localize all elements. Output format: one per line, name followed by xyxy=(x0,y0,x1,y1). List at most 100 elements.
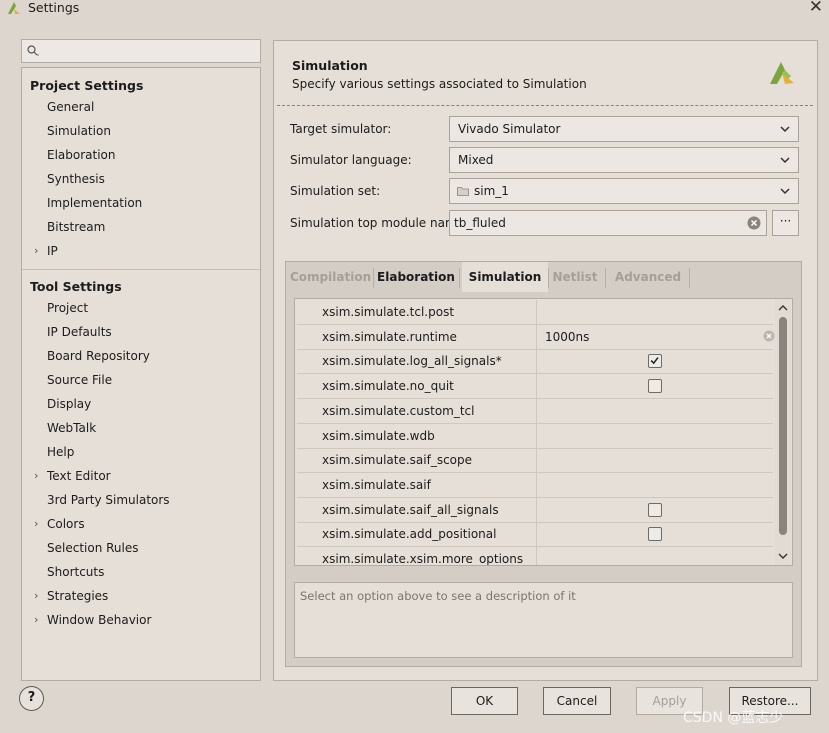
chevron-down-icon xyxy=(780,126,790,133)
tab-divider xyxy=(548,268,549,288)
tab-compilation[interactable]: Compilation xyxy=(290,262,371,292)
tool-settings-header: Tool Settings xyxy=(30,279,122,294)
simulation-set-select[interactable]: sim_1 xyxy=(449,178,799,204)
table-row[interactable]: xsim.simulate.xsim.more_options xyxy=(297,547,773,565)
close-button[interactable]: ✕ xyxy=(809,0,823,16)
option-key: xsim.simulate.runtime xyxy=(297,324,537,349)
table-row[interactable]: xsim.simulate.saif xyxy=(297,472,773,498)
tree-item-source-file[interactable]: Source File xyxy=(47,373,112,387)
target-simulator-label: Target simulator: xyxy=(290,122,392,136)
table-row[interactable]: xsim.simulate.custom_tcl xyxy=(297,398,773,424)
chevron-right-icon[interactable]: › xyxy=(34,469,38,482)
search-icon xyxy=(27,45,39,56)
tree-item-colors[interactable]: Colors xyxy=(47,517,85,531)
chevron-right-icon[interactable]: › xyxy=(34,244,38,257)
tree-item-shortcuts[interactable]: Shortcuts xyxy=(47,565,104,579)
page-subtitle: Specify various settings associated to S… xyxy=(292,77,587,91)
table-row[interactable]: xsim.simulate.runtime 1000ns xyxy=(297,324,775,350)
tree-item-text-editor[interactable]: Text Editor xyxy=(47,469,111,483)
table-row[interactable]: xsim.simulate.wdb xyxy=(297,423,773,449)
tree-item-implementation[interactable]: Implementation xyxy=(47,196,142,210)
clear-icon[interactable] xyxy=(747,216,761,230)
tree-item-elaboration[interactable]: Elaboration xyxy=(47,148,116,162)
chevron-down-icon xyxy=(780,157,790,164)
tab-advanced[interactable]: Advanced xyxy=(608,262,688,292)
tree-item-ip[interactable]: IP xyxy=(47,244,58,258)
settings-tree: Project Settings General Simulation Elabor… xyxy=(21,67,261,681)
scroll-up-icon[interactable] xyxy=(778,303,788,313)
top-module-input[interactable]: tb_fluled xyxy=(449,210,767,236)
simulator-language-label: Simulator language: xyxy=(290,153,412,167)
tab-elaboration[interactable]: Elaboration xyxy=(376,262,456,292)
checkbox-unchecked[interactable] xyxy=(648,379,662,394)
chevron-down-icon xyxy=(780,188,790,195)
tab-divider xyxy=(689,268,690,288)
search-field[interactable] xyxy=(42,42,252,60)
checkbox-unchecked[interactable] xyxy=(648,527,662,542)
option-key: xsim.simulate.wdb xyxy=(297,423,537,448)
simulation-set-value: sim_1 xyxy=(474,184,509,198)
checkmark-icon xyxy=(650,357,659,365)
table-row[interactable]: xsim.simulate.no_quit xyxy=(297,374,773,400)
vivado-app-icon xyxy=(8,2,20,14)
settings-page: Simulation Specify various settings asso… xyxy=(273,40,818,681)
options-scrollbar[interactable] xyxy=(775,299,791,565)
ok-button[interactable]: OK xyxy=(451,687,518,715)
chevron-right-icon[interactable]: › xyxy=(34,589,38,602)
option-key: xsim.simulate.saif xyxy=(297,472,537,497)
watermark: CSDN @蓝志少 xyxy=(683,710,784,726)
clear-value-icon[interactable] xyxy=(763,330,775,342)
tree-item-webtalk[interactable]: WebTalk xyxy=(47,421,96,435)
cancel-button[interactable]: Cancel xyxy=(543,687,611,715)
window-title: Settings xyxy=(28,0,80,15)
simulator-language-value: Mixed xyxy=(458,153,494,167)
tree-item-project[interactable]: Project xyxy=(47,301,88,315)
tree-item-general[interactable]: General xyxy=(47,100,94,114)
checkbox-checked[interactable] xyxy=(648,354,662,369)
option-key: xsim.simulate.add_positional xyxy=(297,522,537,547)
target-simulator-value: Vivado Simulator xyxy=(458,122,561,136)
chevron-right-icon[interactable]: › xyxy=(34,613,38,626)
tree-item-3rd-party-simulators[interactable]: 3rd Party Simulators xyxy=(47,493,170,507)
tree-item-simulation[interactable]: Simulation xyxy=(47,124,111,138)
simulator-language-select[interactable]: Mixed xyxy=(449,147,799,173)
simulation-set-label: Simulation set: xyxy=(290,184,381,198)
help-button[interactable]: ? xyxy=(19,686,44,711)
table-row[interactable]: xsim.simulate.saif_scope xyxy=(297,448,773,474)
tree-item-ip-defaults[interactable]: IP Defaults xyxy=(47,325,112,339)
page-title: Simulation xyxy=(292,58,368,73)
tree-item-display[interactable]: Display xyxy=(47,397,91,411)
browse-top-module-button[interactable]: ··· xyxy=(772,210,799,236)
project-settings-header: Project Settings xyxy=(30,78,144,93)
tab-netlist[interactable]: Netlist xyxy=(551,262,599,292)
option-description-area: Select an option above to see a descript… xyxy=(294,582,793,658)
table-row[interactable]: xsim.simulate.add_positional xyxy=(297,522,773,548)
tree-item-bitstream[interactable]: Bitstream xyxy=(47,220,105,234)
tree-item-strategies[interactable]: Strategies xyxy=(47,589,108,603)
options-tab-box: Compilation Elaboration Simulation Netlist A… xyxy=(285,261,802,667)
checkbox-unchecked[interactable] xyxy=(648,502,662,517)
scroll-down-icon[interactable] xyxy=(778,551,788,561)
tab-divider xyxy=(373,268,374,288)
scrollbar-thumb[interactable] xyxy=(779,317,787,535)
chevron-right-icon[interactable]: › xyxy=(34,517,38,530)
tree-item-board-repository[interactable]: Board Repository xyxy=(47,349,150,363)
tab-divider xyxy=(605,268,606,288)
table-row[interactable]: xsim.simulate.log_all_signals* xyxy=(297,349,773,375)
top-module-label: Simulation top module name: xyxy=(290,216,469,230)
top-module-value: tb_fluled xyxy=(454,216,506,230)
folder-icon xyxy=(457,187,469,196)
header-divider xyxy=(277,105,813,106)
settings-search-input[interactable] xyxy=(21,39,261,63)
tree-item-help[interactable]: Help xyxy=(47,445,74,459)
title-bar: Settings ✕ xyxy=(0,0,829,18)
tab-simulation[interactable]: Simulation xyxy=(462,262,548,292)
tree-item-selection-rules[interactable]: Selection Rules xyxy=(47,541,139,555)
option-key: xsim.simulate.no_quit xyxy=(297,374,537,399)
tree-item-window-behavior[interactable]: Window Behavior xyxy=(47,613,151,627)
table-row[interactable]: xsim.simulate.tcl.post xyxy=(297,300,773,325)
option-value[interactable]: 1000ns xyxy=(545,330,589,344)
target-simulator-select[interactable]: Vivado Simulator xyxy=(449,116,799,142)
table-row[interactable]: xsim.simulate.saif_all_signals xyxy=(297,497,773,523)
tree-item-synthesis[interactable]: Synthesis xyxy=(47,172,105,186)
